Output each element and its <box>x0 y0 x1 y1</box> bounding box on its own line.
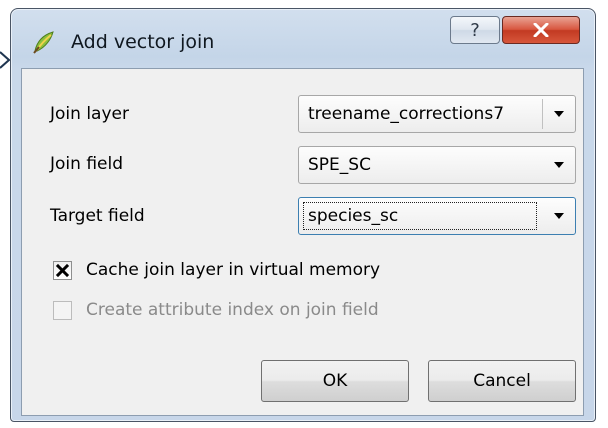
close-button[interactable] <box>502 16 580 44</box>
window-title: Add vector join <box>71 31 215 53</box>
close-icon <box>533 23 549 37</box>
cache-join-checkbox[interactable] <box>53 261 72 280</box>
join-layer-label: Join layer <box>50 104 129 124</box>
attribute-index-label: Create attribute index on join field <box>86 300 379 320</box>
cancel-button-label: Cancel <box>473 371 531 391</box>
cancel-button[interactable]: Cancel <box>428 360 576 402</box>
dialog-window: Add vector join ? Join layer treename_co… <box>10 8 596 422</box>
join-layer-value: treename_corrections7 <box>308 104 505 124</box>
target-field-label: Target field <box>50 206 145 226</box>
chevron-down-icon[interactable] <box>554 111 564 117</box>
qgis-icon <box>33 31 54 54</box>
arrow-marker-icon <box>0 51 10 69</box>
chevron-down-icon[interactable] <box>554 162 564 168</box>
join-field-label: Join field <box>50 154 123 174</box>
target-field-value: species_sc <box>308 206 399 226</box>
chevron-down-icon[interactable] <box>554 213 564 219</box>
checkmark-x-icon <box>55 263 70 278</box>
target-field-combobox[interactable]: species_sc <box>298 197 576 235</box>
help-button[interactable]: ? <box>450 16 500 44</box>
ok-button[interactable]: OK <box>261 360 409 402</box>
dialog-body: Join layer treename_corrections7 Join fi… <box>21 68 584 416</box>
join-field-combobox[interactable]: SPE_SC <box>298 146 576 184</box>
cache-join-label: Cache join layer in virtual memory <box>86 260 381 280</box>
help-icon: ? <box>470 19 480 41</box>
attribute-index-checkbox <box>53 301 72 320</box>
title-bar[interactable]: Add vector join ? <box>11 9 595 67</box>
join-layer-combobox[interactable]: treename_corrections7 <box>298 95 576 133</box>
join-field-value: SPE_SC <box>308 155 371 175</box>
combo-separator <box>542 99 543 129</box>
ok-button-label: OK <box>322 371 348 391</box>
